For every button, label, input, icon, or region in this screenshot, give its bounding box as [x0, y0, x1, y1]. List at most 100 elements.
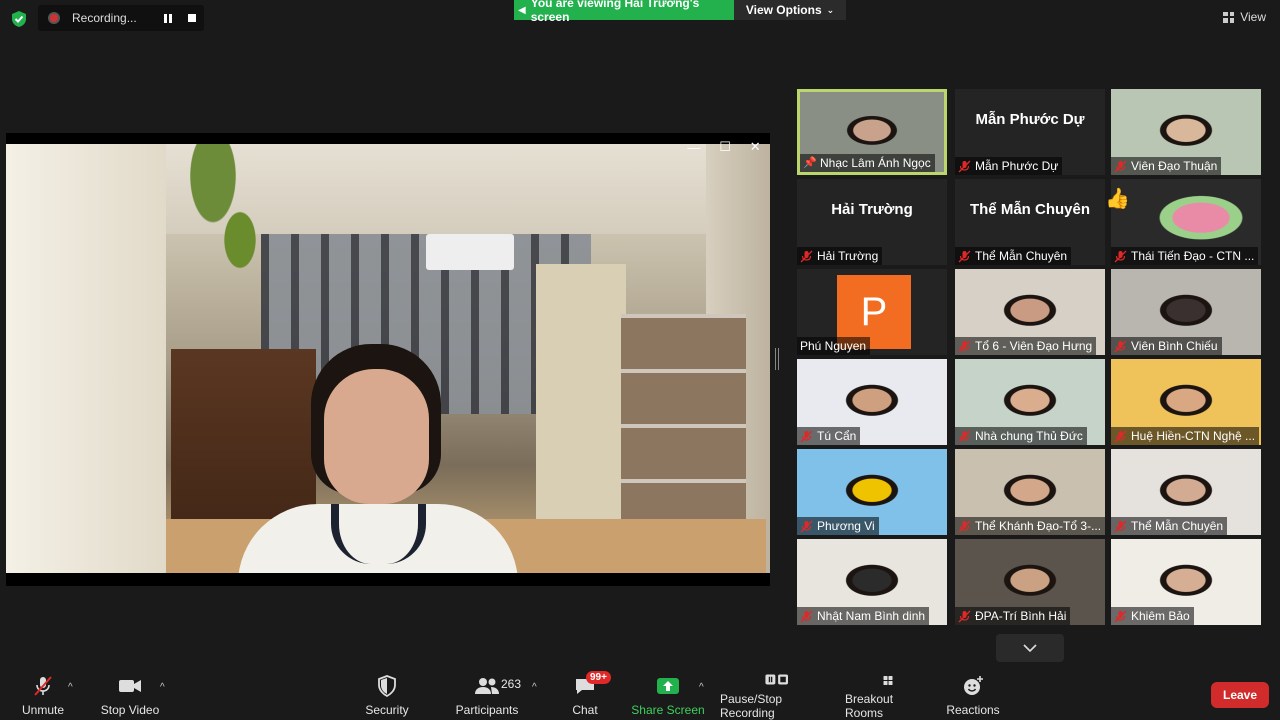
recording-indicator: Recording...: [38, 5, 204, 31]
muted-microphone-icon: [958, 250, 971, 262]
pin-icon: 📌: [803, 156, 817, 169]
participant-tile[interactable]: ĐPA-Trí Bình Hải: [955, 539, 1105, 625]
chevron-down-icon: ⌄: [826, 4, 835, 15]
participant-name: Thể Mẫn Chuyên: [1131, 519, 1224, 533]
participant-name: Mẫn Phước Dự: [975, 159, 1059, 173]
participant-name: Viên Bình Chiếu: [1131, 339, 1218, 353]
close-icon[interactable]: ✕: [750, 139, 761, 155]
participant-tile[interactable]: Tú Cẩn: [797, 359, 947, 445]
unmute-button[interactable]: Unmute: [20, 666, 66, 720]
participant-name: Thể Mẫn Chuyên: [975, 249, 1068, 263]
security-label: Security: [365, 703, 409, 717]
chat-unread-badge: 99+: [586, 671, 611, 684]
participant-tile[interactable]: Thể Khánh Đạo-Tổ 3-...: [955, 449, 1105, 535]
muted-microphone-icon: [1114, 610, 1127, 622]
muted-microphone-icon: [800, 430, 813, 442]
participant-name: Tú Cẩn: [817, 429, 857, 443]
recording-label: Recording...: [72, 11, 137, 25]
pause-stop-recording-button[interactable]: Pause/Stop Recording: [720, 666, 834, 720]
muted-microphone-icon: [958, 610, 971, 622]
participant-name-label: Huệ Hiền-CTN Nghệ ...: [1111, 427, 1260, 445]
muted-microphone-icon: [1114, 430, 1127, 442]
participant-name: Viên Đạo Thuận: [1131, 159, 1218, 173]
participant-name-label: Phú Nguyen: [797, 337, 871, 355]
shared-video-frame: [6, 144, 770, 573]
breakout-rooms-icon: [883, 676, 893, 685]
leave-button[interactable]: Leave: [1211, 682, 1269, 708]
muted-microphone-icon: [1114, 160, 1127, 172]
muted-microphone-icon: [1114, 520, 1127, 532]
security-shield-icon: [378, 675, 396, 697]
share-options-caret-icon[interactable]: ^: [699, 682, 704, 693]
participants-options-caret-icon[interactable]: ^: [532, 682, 537, 693]
participant-tile[interactable]: Viên Đạo Thuận: [1111, 89, 1261, 175]
participant-tile[interactable]: 📌 Nhạc Lâm Ánh Ngọc: [797, 89, 947, 175]
participant-tile[interactable]: Thể Mẫn Chuyên: [1111, 449, 1261, 535]
audio-options-caret-icon[interactable]: ^: [68, 682, 73, 693]
participant-name: Phú Nguyen: [800, 339, 867, 353]
chevron-down-icon: [1023, 644, 1037, 652]
participant-name-label: Tổ 6 - Viên Đạo Hưng: [955, 337, 1097, 355]
encryption-shield-icon[interactable]: [10, 10, 28, 28]
participants-button[interactable]: Participants: [455, 666, 519, 720]
share-screen-label: Share Screen: [631, 703, 705, 717]
muted-microphone-icon: [958, 340, 971, 352]
speaker-icon: ◀: [518, 4, 526, 16]
participant-name-label: Nhà chung Thủ Đức: [955, 427, 1087, 445]
view-button-label: View: [1240, 10, 1266, 24]
split-resize-handle[interactable]: [775, 348, 779, 370]
participant-name-label: Thái Tiến Đạo - CTN ...: [1111, 247, 1259, 265]
participant-tile[interactable]: Huệ Hiền-CTN Nghệ ...: [1111, 359, 1261, 445]
view-options-label: View Options: [745, 3, 822, 17]
participant-name-label: Thể Khánh Đạo-Tổ 3-...: [955, 517, 1105, 535]
breakout-rooms-button[interactable]: Breakout Rooms: [845, 666, 931, 720]
maximize-icon[interactable]: ☐: [719, 139, 731, 155]
viewing-banner-text: You are viewing Hải Trường's screen: [530, 0, 700, 24]
participants-icon: [475, 678, 499, 694]
participant-tile[interactable]: Tổ 6 - Viên Đạo Hưng: [955, 269, 1105, 355]
participant-name-label: Hải Trường: [797, 247, 883, 265]
muted-microphone-icon: [958, 520, 971, 532]
unmute-label: Unmute: [21, 703, 65, 717]
participant-tile[interactable]: Thể Mẫn Chuyên Thể Mẫn Chuyên: [955, 179, 1105, 265]
participant-tile[interactable]: Nhà chung Thủ Đức: [955, 359, 1105, 445]
recording-dot-icon: [48, 12, 60, 24]
security-button[interactable]: Security: [364, 666, 410, 720]
smiley-reaction-icon: [964, 676, 983, 695]
muted-microphone-icon: [800, 520, 813, 532]
participant-tile[interactable]: Thái Tiến Đạo - CTN ...: [1111, 179, 1261, 265]
participant-tile[interactable]: Hải Trường Hải Trường: [797, 179, 947, 265]
thumbs-up-reaction-icon: 👍: [1105, 188, 1130, 210]
gallery-grid-icon: [1223, 11, 1235, 23]
participant-name: Nhạc Lâm Ánh Ngọc: [820, 156, 931, 170]
pause-recording-icon[interactable]: [164, 14, 172, 23]
stop-video-button[interactable]: Stop Video: [98, 666, 162, 720]
participant-name-label: Viên Đạo Thuận: [1111, 157, 1222, 175]
reactions-button[interactable]: Reactions: [946, 666, 1000, 720]
video-options-caret-icon[interactable]: ^: [160, 682, 165, 693]
minimize-icon[interactable]: —: [687, 140, 700, 155]
participant-name-label: Nhật Nam Bình dinh: [797, 607, 930, 625]
participant-tile[interactable]: Mẫn Phước Dự Mẫn Phước Dự: [955, 89, 1105, 175]
participants-label: Participants: [455, 703, 519, 717]
participant-tile[interactable]: P Phú Nguyen: [797, 269, 947, 355]
participant-tile[interactable]: Nhật Nam Bình dinh: [797, 539, 947, 625]
view-options-button[interactable]: View Options ⌄: [734, 0, 846, 20]
participant-name-label: Mẫn Phước Dự: [955, 157, 1063, 175]
participant-tile[interactable]: Khiêm Bảo: [1111, 539, 1261, 625]
next-page-button[interactable]: [996, 634, 1064, 662]
participant-tile[interactable]: Viên Bình Chiếu: [1111, 269, 1261, 355]
viewing-screen-banner: ◀ You are viewing Hải Trường's screen: [514, 0, 734, 24]
participant-tile[interactable]: Phương Vi: [797, 449, 947, 535]
participant-name-label: Phương Vi: [797, 517, 879, 535]
participant-name: Thái Tiến Đạo - CTN ...: [1131, 249, 1255, 263]
shared-screen[interactable]: — ☐ ✕: [6, 133, 770, 586]
participant-name-label: 📌 Nhạc Lâm Ánh Ngọc: [800, 154, 935, 172]
shared-window-titlebar: [6, 133, 770, 144]
reactions-label: Reactions: [946, 703, 1000, 717]
muted-microphone-icon: [800, 610, 813, 622]
stop-recording-icon[interactable]: [188, 14, 196, 22]
participant-name: Nhà chung Thủ Đức: [975, 429, 1083, 443]
share-screen-button[interactable]: Share Screen: [628, 666, 708, 720]
view-button[interactable]: View: [1223, 10, 1266, 24]
